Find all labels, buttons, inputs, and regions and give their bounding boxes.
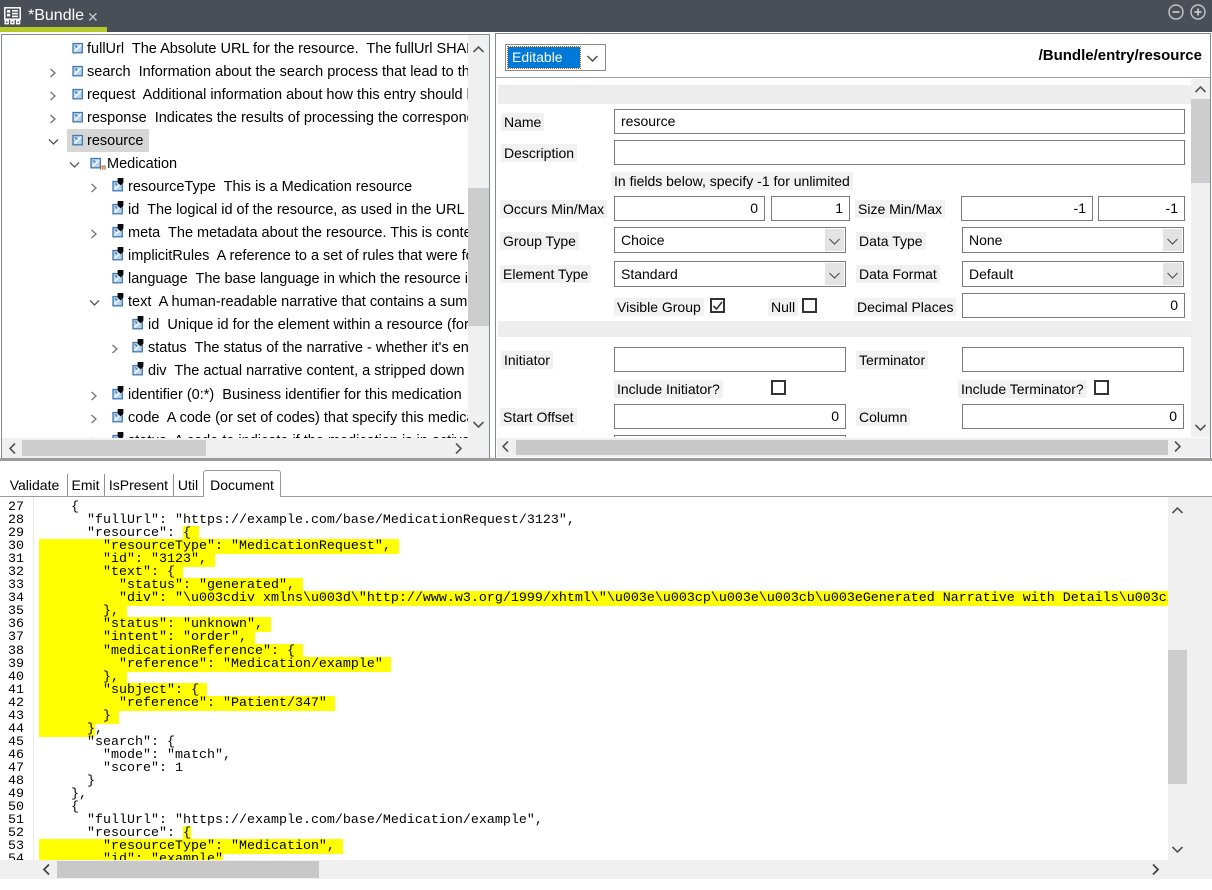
- svg-text:m: m: [100, 162, 107, 171]
